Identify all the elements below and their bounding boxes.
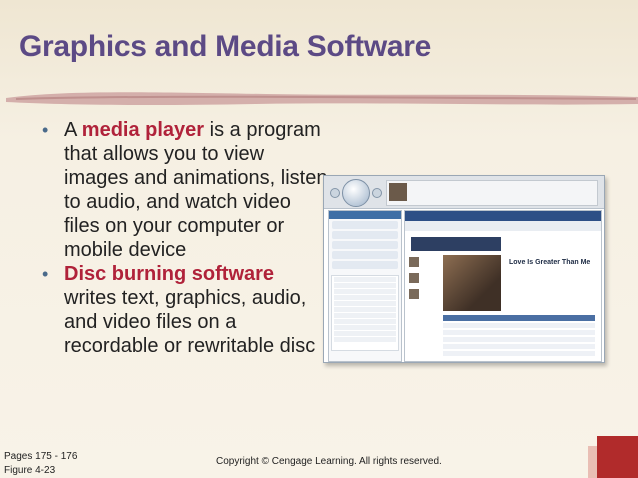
title-underline-brush: [6, 92, 638, 106]
album-mini-1: [409, 257, 419, 267]
play-button-icon: [342, 179, 370, 207]
bullet-dot-icon: •: [42, 264, 49, 284]
album-cover: [443, 255, 501, 311]
playlist: [331, 275, 399, 351]
track-row: [443, 337, 595, 342]
media-player-screenshot: Love Is Greater Than Me: [323, 175, 605, 363]
term-media-player: media player: [81, 119, 205, 141]
bullet-list: • A media player is a program that allow…: [38, 118, 328, 358]
album-mini-3: [409, 289, 419, 299]
track-table-header: [443, 315, 595, 321]
banner: [405, 211, 601, 221]
bullet-disc-burning: • Disc burning software writes text, gra…: [38, 262, 328, 358]
slide: Graphics and Media Software • A media pl…: [0, 0, 638, 478]
page-reference: Pages 175 - 176: [4, 451, 78, 462]
album-title: Love Is Greater Than Me: [509, 259, 591, 266]
now-playing-panel: [386, 180, 598, 206]
bullet-text: writes text, graphics, audio, and video …: [64, 287, 316, 357]
figure-reference: Figure 4-23: [4, 465, 56, 476]
corner-accent: [597, 436, 638, 478]
previous-button-icon: [330, 188, 340, 198]
player-toolbar: [324, 176, 604, 209]
breadcrumb-bar: [405, 221, 601, 231]
term-disc-burning: Disc burning software: [64, 263, 275, 285]
music-guide-panel: Love Is Greater Than Me: [404, 210, 602, 362]
player-sidebar: [328, 210, 402, 362]
copyright-notice: Copyright © Cengage Learning. All rights…: [216, 456, 442, 467]
artist-header: [411, 237, 501, 251]
album-thumbnail: [389, 183, 407, 201]
track-row: [443, 351, 595, 356]
track-row: [443, 323, 595, 328]
bullet-media-player: • A media player is a program that allow…: [38, 118, 328, 262]
next-button-icon: [372, 188, 382, 198]
bullet-text: A: [64, 119, 82, 141]
album-mini-2: [409, 273, 419, 283]
slide-title: Graphics and Media Software: [19, 30, 432, 63]
bullet-dot-icon: •: [42, 120, 49, 140]
track-row: [443, 330, 595, 335]
track-row: [443, 344, 595, 349]
footer-reference: Pages 175 - 176 Figure 4-23: [4, 450, 77, 478]
